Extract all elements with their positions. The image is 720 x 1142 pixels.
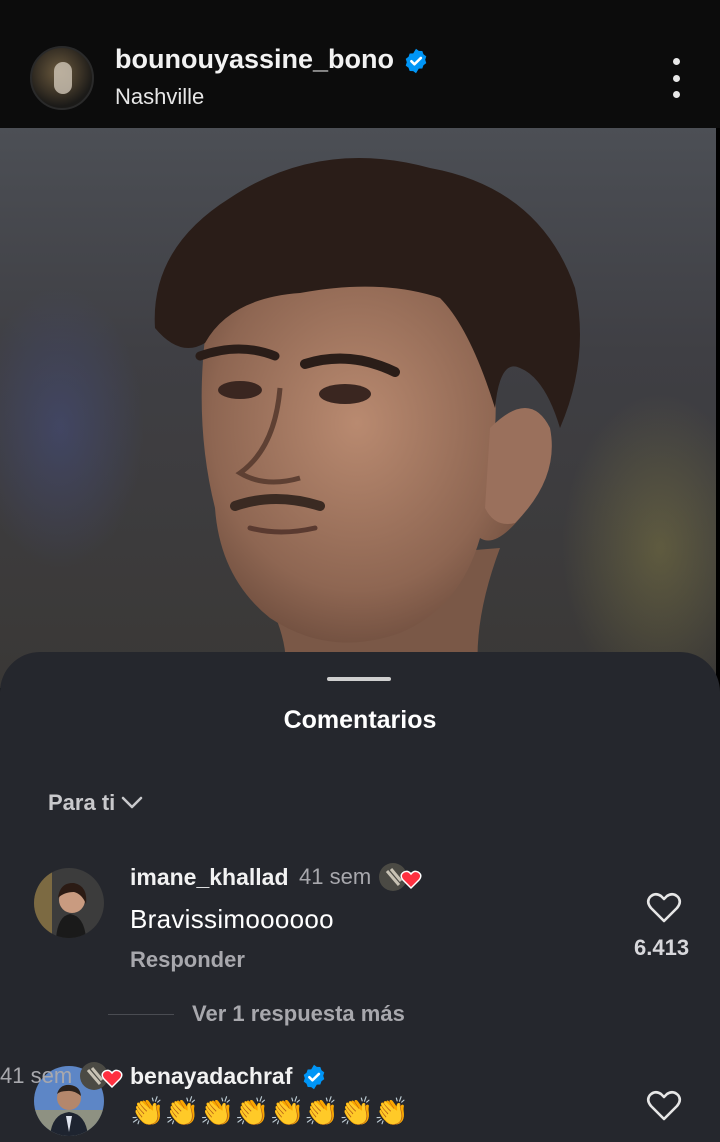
comment-username[interactable]: benayadachraf xyxy=(130,1063,292,1090)
chevron-down-icon[interactable] xyxy=(121,796,143,810)
heart-outline-icon[interactable] xyxy=(646,892,682,924)
verified-badge-icon xyxy=(405,48,427,74)
comment-username[interactable]: imane_khallad xyxy=(130,864,289,891)
comment-avatar[interactable] xyxy=(34,868,104,938)
comment-timestamp: 41 sem xyxy=(299,864,372,889)
author-avatar[interactable] xyxy=(30,46,94,110)
verified-badge-icon xyxy=(303,1064,325,1090)
author-username[interactable]: bounouyassine_bono xyxy=(115,44,394,75)
comment-timestamp: 41 sem xyxy=(0,1063,73,1088)
reply-button[interactable]: Responder xyxy=(130,947,245,973)
sheet-drag-handle[interactable] xyxy=(327,677,391,681)
comment-like-count: 6.413 xyxy=(634,935,690,960)
sort-dropdown-label[interactable]: Para ti xyxy=(48,790,115,816)
post-header: bounouyassine_bono Nashville xyxy=(0,0,720,128)
comment-text: 👏👏👏👏👏👏👏👏 xyxy=(130,1096,409,1127)
view-replies-link[interactable]: Ver 1 respuesta más xyxy=(192,1001,405,1027)
post-location[interactable]: Nashville xyxy=(115,84,204,110)
sheet-title: Comentarios xyxy=(283,706,437,734)
post-image[interactable] xyxy=(0,128,716,688)
comment-text: Bravissimoooooo xyxy=(130,904,334,934)
replies-divider xyxy=(108,1014,174,1015)
heart-outline-icon[interactable] xyxy=(646,1090,682,1122)
creator-liked-icon xyxy=(379,863,422,891)
creator-liked-icon xyxy=(80,1062,123,1090)
post-photo-illustration xyxy=(154,158,581,688)
more-options-icon[interactable] xyxy=(664,58,688,98)
